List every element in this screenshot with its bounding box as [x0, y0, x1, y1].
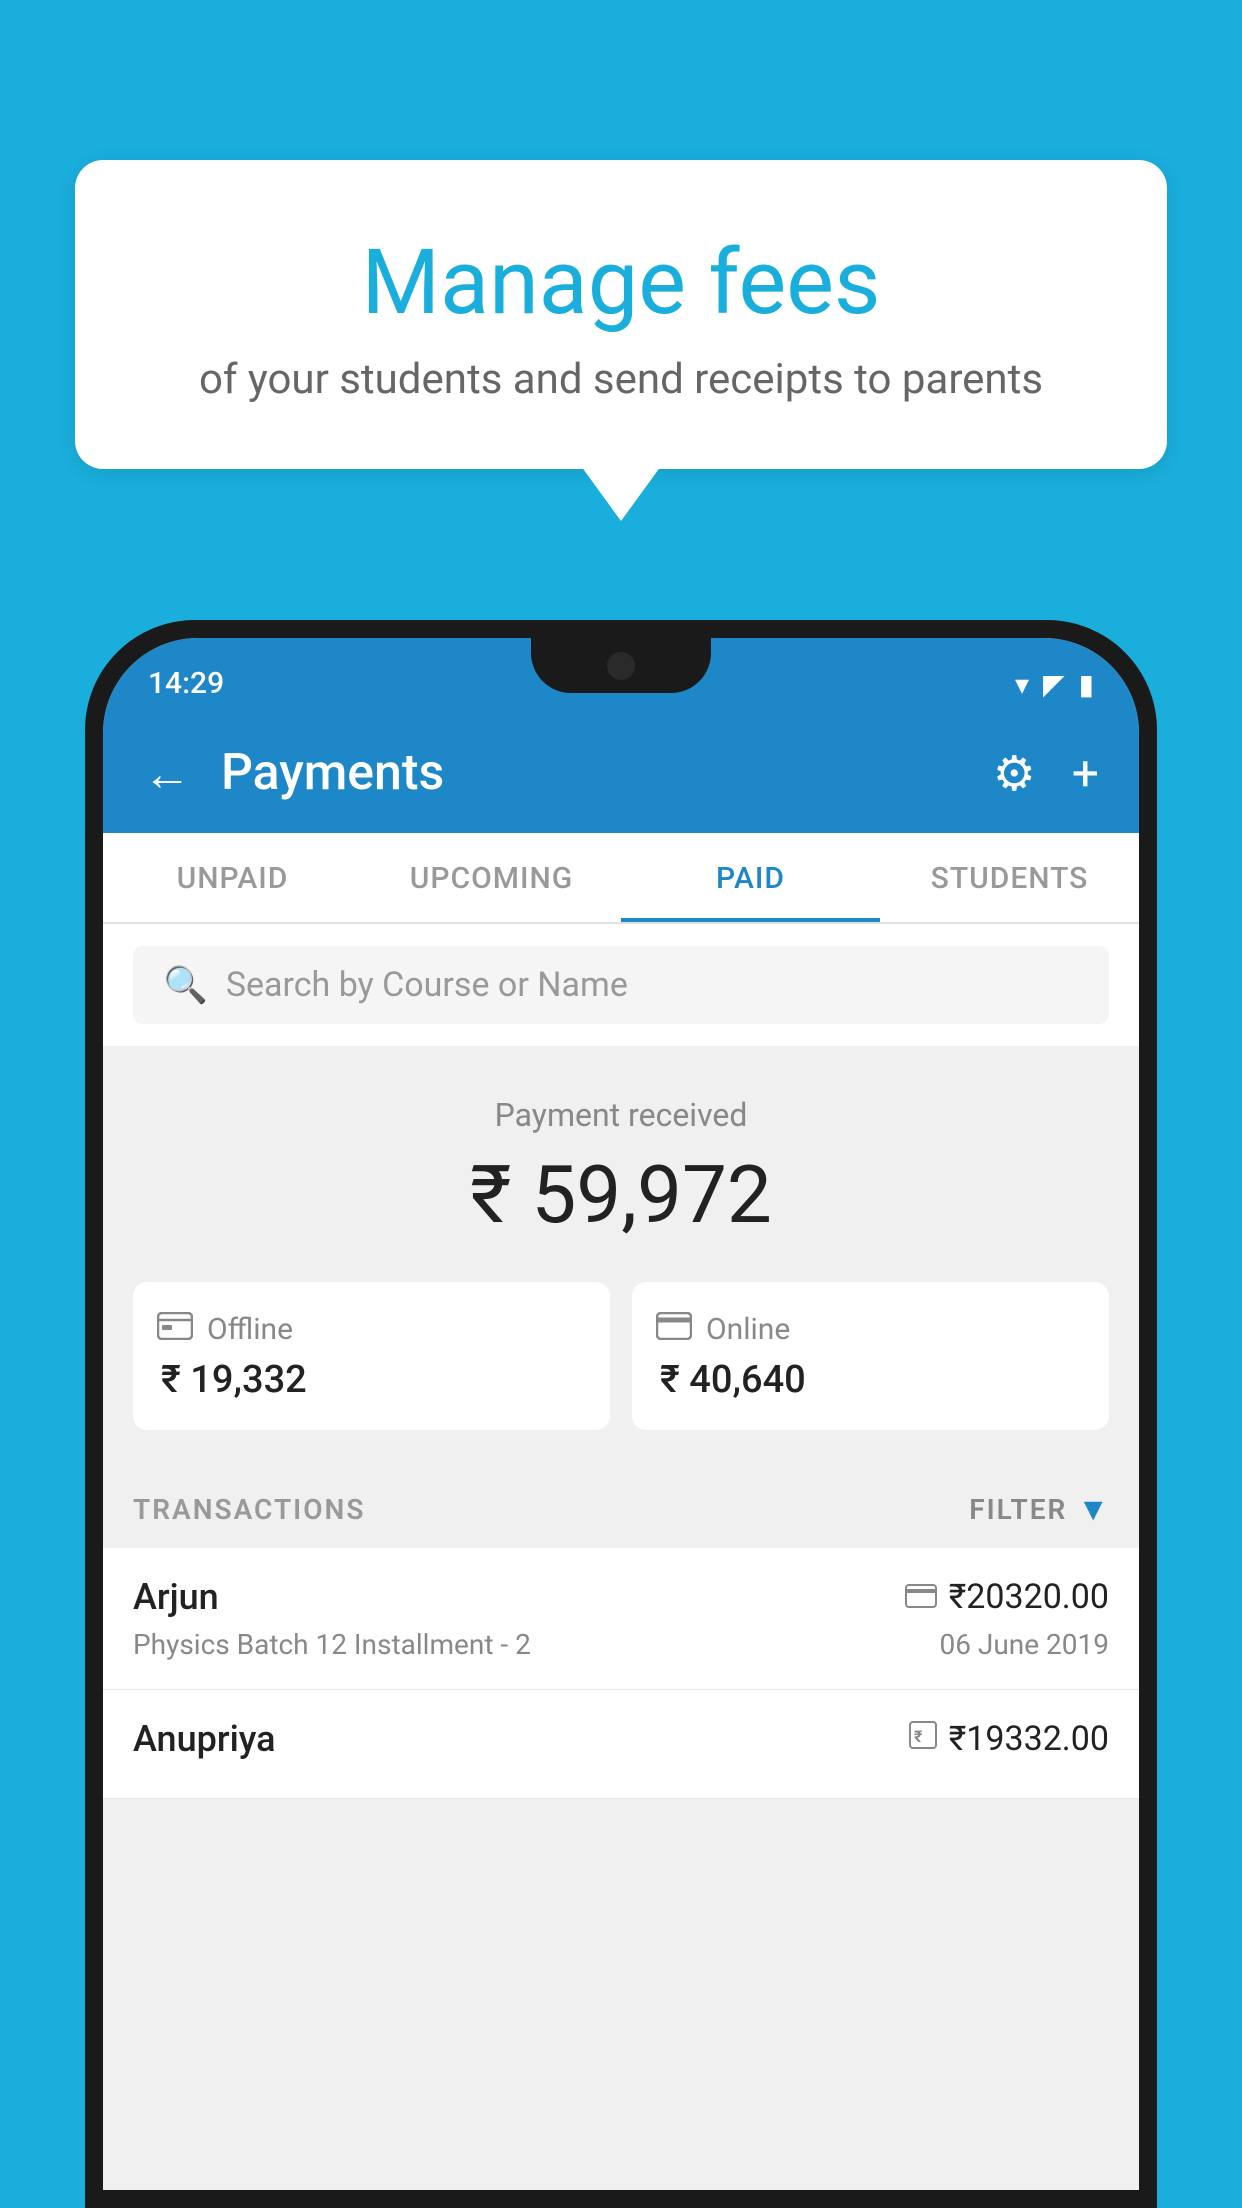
add-icon[interactable]: + — [1072, 745, 1099, 802]
tab-upcoming[interactable]: UPCOMING — [362, 833, 621, 922]
tab-paid[interactable]: PAID — [621, 833, 880, 922]
tab-bar: UNPAID UPCOMING PAID STUDENTS — [103, 833, 1139, 924]
phone-frame: 14:29 ▾ ◤ ▮ ← Payments ⚙ + UNPAID UPCOMI… — [85, 620, 1157, 2208]
search-icon: 🔍 — [163, 964, 208, 1006]
payment-breakdown: Offline ₹ 19,332 Online ₹ 4 — [133, 1282, 1109, 1430]
transaction-amount-section: ₹ ₹19332.00 — [909, 1719, 1109, 1759]
offline-card-header: Offline — [157, 1310, 586, 1348]
tab-students[interactable]: STUDENTS — [880, 833, 1139, 922]
table-row[interactable]: Anupriya ₹ ₹19332.00 — [103, 1690, 1139, 1799]
transaction-detail: Physics Batch 12 Installment - 2 — [133, 1628, 531, 1661]
transaction-amount: ₹20320.00 — [949, 1577, 1109, 1617]
search-container: 🔍 Search by Course or Name — [103, 924, 1139, 1046]
tab-unpaid[interactable]: UNPAID — [103, 833, 362, 922]
transactions-header: TRANSACTIONS FILTER ▼ — [103, 1460, 1139, 1548]
payment-received-label: Payment received — [133, 1096, 1109, 1134]
search-input[interactable]: Search by Course or Name — [226, 965, 628, 1005]
online-label: Online — [706, 1312, 790, 1347]
table-row[interactable]: Arjun ₹20320.00 Physics Batch 12 Install… — [103, 1548, 1139, 1690]
offline-amount: ₹ 19,332 — [157, 1358, 586, 1402]
status-icons: ▾ ◤ ▮ — [1015, 668, 1094, 701]
transactions-label: TRANSACTIONS — [133, 1493, 365, 1526]
transaction-row-top: Arjun ₹20320.00 — [133, 1576, 1109, 1618]
payment-total: ₹ 59,972 — [133, 1148, 1109, 1242]
offline-icon — [157, 1310, 193, 1348]
online-card: Online ₹ 40,640 — [632, 1282, 1109, 1430]
cash-payment-icon: ₹ — [909, 1721, 937, 1757]
transaction-row-bottom: Physics Batch 12 Installment - 2 06 June… — [133, 1628, 1109, 1661]
online-icon — [656, 1310, 692, 1348]
transaction-name: Anupriya — [133, 1718, 276, 1760]
battery-icon: ▮ — [1079, 668, 1094, 701]
phone-camera — [607, 652, 635, 680]
signal-icon: ◤ — [1043, 668, 1065, 701]
page-title: Payments — [221, 744, 963, 802]
speech-bubble: Manage fees of your students and send re… — [75, 160, 1167, 469]
card-payment-icon — [905, 1578, 937, 1616]
phone-screen: 14:29 ▾ ◤ ▮ ← Payments ⚙ + UNPAID UPCOMI… — [103, 638, 1139, 2190]
bubble-subtitle: of your students and send receipts to pa… — [135, 355, 1107, 404]
settings-icon[interactable]: ⚙ — [993, 745, 1036, 802]
svg-text:₹: ₹ — [914, 1727, 923, 1746]
filter-icon: ▼ — [1077, 1490, 1109, 1528]
app-bar: ← Payments ⚙ + — [103, 713, 1139, 833]
app-bar-actions: ⚙ + — [993, 745, 1099, 802]
transaction-amount-section: ₹20320.00 — [905, 1577, 1109, 1617]
search-box[interactable]: 🔍 Search by Course or Name — [133, 946, 1109, 1024]
offline-label: Offline — [207, 1312, 293, 1347]
offline-card: Offline ₹ 19,332 — [133, 1282, 610, 1430]
status-time: 14:29 — [148, 666, 224, 701]
online-card-header: Online — [656, 1310, 1085, 1348]
filter-label: FILTER — [969, 1493, 1067, 1526]
wifi-icon: ▾ — [1015, 668, 1029, 701]
transaction-list: Arjun ₹20320.00 Physics Batch 12 Install… — [103, 1548, 1139, 1799]
filter-section[interactable]: FILTER ▼ — [969, 1490, 1109, 1528]
transaction-name: Arjun — [133, 1576, 219, 1618]
back-button[interactable]: ← — [143, 745, 191, 802]
phone-notch — [531, 638, 711, 693]
online-amount: ₹ 40,640 — [656, 1358, 1085, 1402]
transaction-date: 06 June 2019 — [939, 1628, 1109, 1661]
payment-summary: Payment received ₹ 59,972 Offline — [103, 1046, 1139, 1460]
transaction-amount: ₹19332.00 — [949, 1719, 1109, 1759]
bubble-title: Manage fees — [135, 230, 1107, 335]
transaction-row-top: Anupriya ₹ ₹19332.00 — [133, 1718, 1109, 1760]
